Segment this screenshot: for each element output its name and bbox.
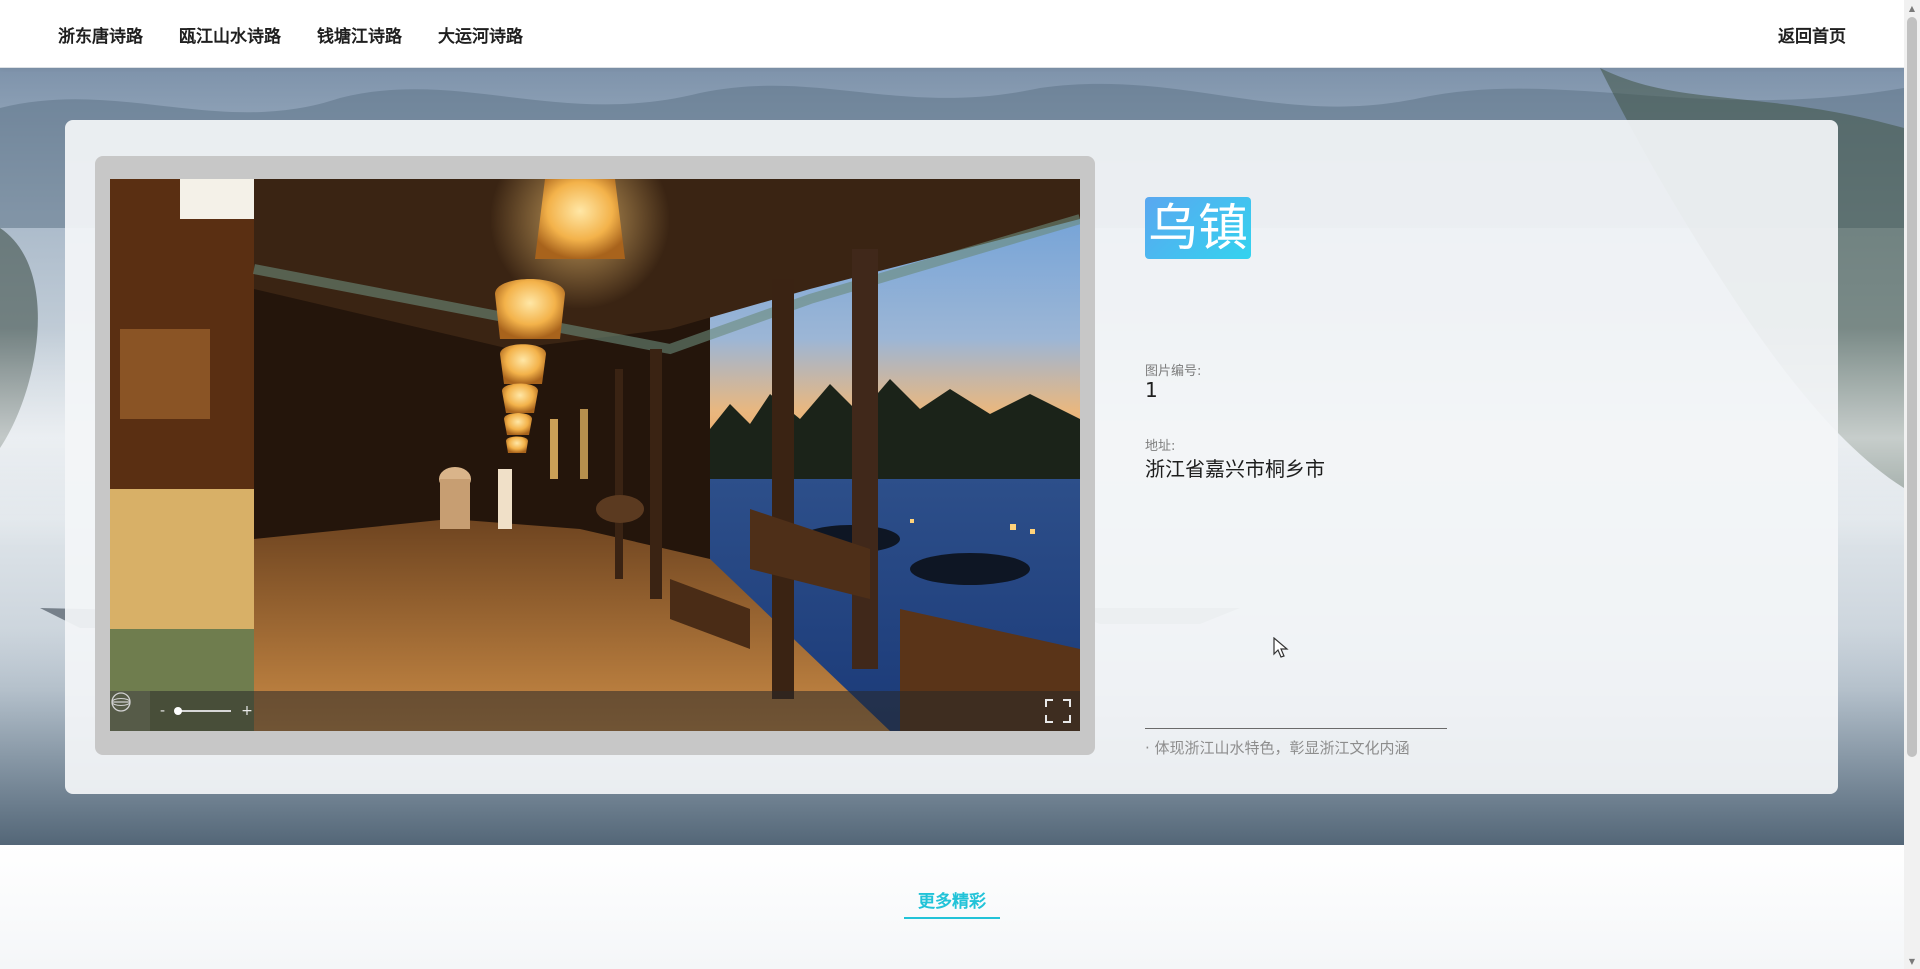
nav-list: 浙东唐诗路 瓯江山水诗路 钱塘江诗路 大运河诗路 — [58, 0, 559, 68]
page-scrollbar[interactable]: ▲ ▼ — [1904, 0, 1920, 969]
slogan-text: · 体现浙江山水特色，彰显浙江文化内涵 — [1145, 739, 1410, 757]
top-navigation: 浙东唐诗路 瓯江山水诗路 钱塘江诗路 大运河诗路 返回首页 — [0, 0, 1904, 68]
zoom-slider[interactable] — [173, 707, 232, 715]
address-value: 浙江省嘉兴市桐乡市 — [1145, 457, 1325, 481]
panorama-viewer[interactable]: - + — [110, 179, 1080, 731]
scrollbar-thumb[interactable] — [1907, 17, 1917, 757]
place-title: 乌镇 — [1145, 197, 1251, 259]
nav-item-grand-canal-poetry-road[interactable]: 大运河诗路 — [438, 22, 523, 47]
zoom-slider-handle[interactable] — [173, 707, 182, 715]
nav-item-qiantang-river-poetry-road[interactable]: 钱塘江诗路 — [317, 22, 402, 47]
back-to-home-link[interactable]: 返回首页 — [1778, 0, 1846, 68]
gyroscope-button[interactable] — [110, 691, 150, 731]
fullscreen-button[interactable] — [1044, 698, 1072, 724]
panorama-control-bar: - + — [110, 691, 1080, 731]
zoom-out-button[interactable]: - — [150, 703, 175, 719]
more-section: 更多精彩 — [0, 845, 1904, 969]
gyroscope-icon — [111, 692, 131, 712]
more-highlights-underline — [904, 917, 1000, 919]
scroll-down-arrow-icon[interactable]: ▼ — [1904, 953, 1920, 969]
more-highlights-tab[interactable]: 更多精彩 — [0, 887, 1904, 912]
info-divider — [1145, 728, 1447, 729]
fullscreen-icon — [1045, 699, 1071, 723]
zoom-in-button[interactable]: + — [231, 703, 263, 719]
nav-item-oujiang-landscape-poetry-road[interactable]: 瓯江山水诗路 — [179, 22, 281, 47]
address-label: 地址: — [1145, 439, 1176, 454]
panorama-viewer-frame: - + — [95, 156, 1095, 755]
nav-item-zhedong-tang-poetry-road[interactable]: 浙东唐诗路 — [58, 22, 143, 47]
scenic-spot-card: - + 乌镇 图片编号: 1 地址: 浙江省嘉兴市桐乡市 · 体现浙江山水特色，… — [65, 120, 1838, 794]
photo-number-value: 1 — [1145, 378, 1158, 402]
scroll-up-arrow-icon[interactable]: ▲ — [1904, 0, 1920, 16]
photo-number-label: 图片编号: — [1145, 364, 1202, 379]
mouse-cursor-icon — [1273, 637, 1289, 658]
wuzhen-night-panorama-image — [110, 179, 1080, 731]
